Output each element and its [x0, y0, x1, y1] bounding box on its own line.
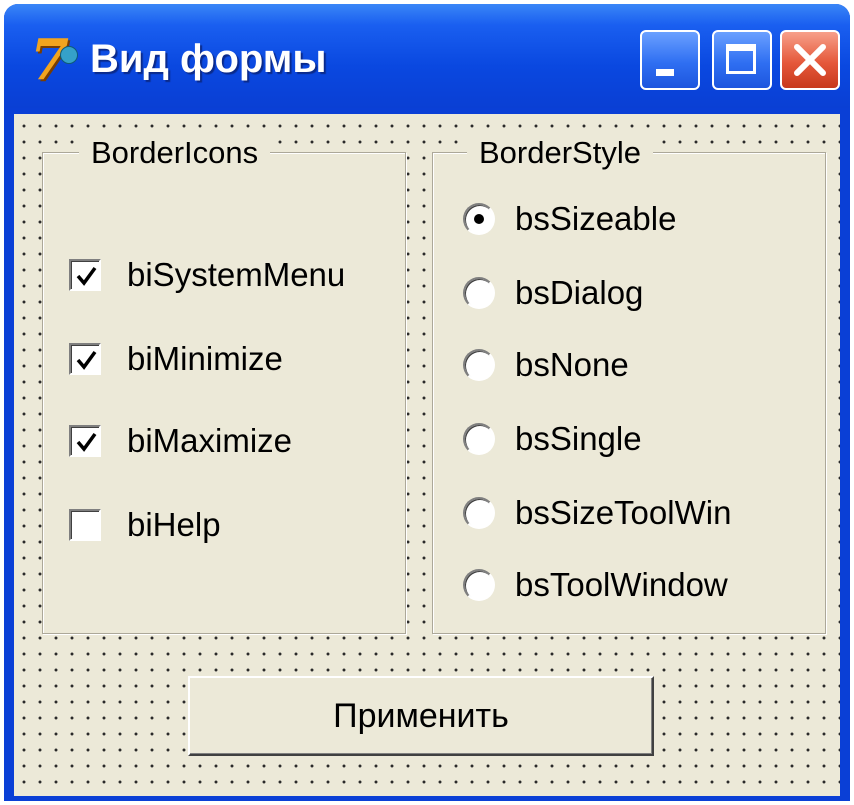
radio-label: bsToolWindow [515, 566, 728, 603]
radio-label: bsSizeable [515, 200, 677, 237]
checkbox-biminimize[interactable]: biMinimize [69, 337, 389, 381]
radio-bssizetoolwin[interactable]: bsSizeToolWin [463, 491, 813, 535]
radio-bsdialog[interactable]: bsDialog [463, 271, 813, 315]
checkmark-icon [76, 350, 97, 370]
radio-dot [474, 214, 484, 224]
checkbox-label: biMaximize [127, 422, 293, 459]
radio-button[interactable] [463, 497, 495, 529]
radio-button[interactable] [463, 423, 495, 455]
border-icons-legend: BorderIcons [79, 133, 271, 173]
checkmark-icon [76, 432, 97, 452]
border-style-group: BorderStyle bsSizeable bsDialog bsNone b… [432, 133, 826, 634]
radio-bstoolwindow[interactable]: bsToolWindow [463, 563, 813, 607]
radio-label: bsSizeToolWin [515, 494, 732, 531]
radio-button[interactable] [463, 569, 495, 601]
form-client-area: BorderIcons biSystemMenu biMinimize biMa… [14, 114, 840, 796]
checkbox-label: biHelp [127, 506, 221, 543]
radio-button[interactable] [463, 349, 495, 381]
maximize-icon [726, 44, 756, 74]
minimize-button[interactable] [640, 30, 700, 90]
checkbox-bisystemmenu[interactable]: biSystemMenu [69, 253, 389, 297]
checkbox-box[interactable] [69, 509, 101, 541]
title-bar[interactable]: 7 Вид формы [4, 4, 850, 108]
minimize-icon [656, 69, 674, 76]
delphi-7-icon: 7 [30, 32, 82, 88]
maximize-button[interactable] [712, 30, 772, 90]
window-title: Вид формы [90, 37, 327, 81]
radio-bssizeable[interactable]: bsSizeable [463, 197, 813, 241]
radio-button[interactable] [463, 203, 495, 235]
checkbox-label: biMinimize [127, 340, 283, 377]
checkmark-icon [76, 266, 97, 286]
radio-label: bsSingle [515, 420, 642, 457]
checkbox-box[interactable] [69, 343, 101, 375]
radio-bssingle[interactable]: bsSingle [463, 417, 813, 461]
border-icons-group: BorderIcons biSystemMenu biMinimize biMa… [42, 133, 406, 634]
close-icon [794, 44, 826, 76]
radio-button[interactable] [463, 277, 495, 309]
radio-label: bsDialog [515, 274, 644, 311]
border-style-legend: BorderStyle [467, 133, 653, 173]
form-window: 7 Вид формы BorderIcons biSystemMenu biM… [4, 4, 850, 801]
checkbox-box[interactable] [69, 425, 101, 457]
radio-bsnone[interactable]: bsNone [463, 343, 813, 387]
close-button[interactable] [780, 30, 840, 90]
radio-label: bsNone [515, 346, 629, 383]
checkbox-bimaximize[interactable]: biMaximize [69, 419, 389, 463]
checkbox-bihelp[interactable]: biHelp [69, 503, 389, 547]
checkbox-label: biSystemMenu [127, 256, 346, 293]
checkbox-box[interactable] [69, 259, 101, 291]
apply-button[interactable]: Применить [188, 676, 654, 756]
